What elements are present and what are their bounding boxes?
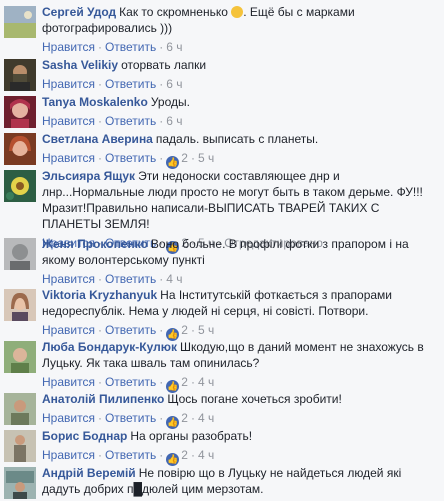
comment-text: падаль. выписать с планеты. xyxy=(155,132,319,146)
comment-actions: Нравится · Ответить · 👍 2 · 5 ч xyxy=(42,151,215,169)
comment-time[interactable]: 4 ч xyxy=(198,375,214,389)
comment-actions: Нравится · Ответить · 6 ч xyxy=(42,77,183,91)
reaction-count[interactable]: 2 xyxy=(181,323,188,337)
avatar[interactable] xyxy=(4,289,36,321)
avatar[interactable] xyxy=(4,430,36,462)
reply-link[interactable]: Ответить xyxy=(105,40,156,54)
comment-author[interactable]: Tanya Moskalenko xyxy=(42,95,148,109)
comment-author[interactable]: Viktoria Kryzhanyuk xyxy=(42,288,157,302)
comment-time[interactable]: 6 ч xyxy=(166,77,182,91)
comment-text: оторвать лапки xyxy=(121,58,207,72)
reply-link[interactable]: Ответить xyxy=(105,448,156,462)
like-link[interactable]: Нравится xyxy=(42,272,95,286)
comment-time[interactable]: 4 ч xyxy=(198,448,214,462)
avatar[interactable] xyxy=(4,133,36,165)
reply-link[interactable]: Ответить xyxy=(105,151,156,165)
avatar[interactable] xyxy=(4,6,36,38)
comment-author[interactable]: Эльсияра Ящук xyxy=(42,169,135,183)
reply-link[interactable]: Ответить xyxy=(105,272,156,286)
comment-actions: Нравится · Ответить · 6 ч xyxy=(42,114,183,128)
avatar[interactable] xyxy=(4,170,36,202)
reply-link[interactable]: Ответить xyxy=(105,323,156,337)
like-link[interactable]: Нравится xyxy=(42,323,95,337)
comment-time[interactable]: 5 ч xyxy=(198,151,214,165)
comment-actions: Нравится · Ответить · 4 ч xyxy=(42,272,183,286)
comment-time[interactable]: 5 ч xyxy=(198,323,214,337)
avatar[interactable] xyxy=(4,59,36,91)
comment-actions: Нравится · Ответить · 6 ч xyxy=(42,40,183,54)
avatar[interactable] xyxy=(4,238,36,270)
comment-time[interactable]: 4 ч xyxy=(166,272,182,286)
reply-link[interactable]: Ответить xyxy=(105,77,156,91)
comment-text: Как то скромненько xyxy=(119,5,228,19)
comment-author[interactable]: Женя Прокопенко xyxy=(42,237,148,251)
reply-link[interactable]: Ответить xyxy=(105,411,156,425)
avatar[interactable] xyxy=(4,467,36,499)
comment-author[interactable]: Светлана Аверина xyxy=(42,132,153,146)
like-link[interactable]: Нравится xyxy=(42,411,95,425)
reaction-count[interactable]: 2 xyxy=(181,151,188,165)
smile-emoji-icon xyxy=(231,6,244,18)
avatar[interactable] xyxy=(4,96,36,128)
like-link[interactable]: Нравится xyxy=(42,77,95,91)
comment-author[interactable]: Сергей Удод xyxy=(42,5,116,19)
like-link[interactable]: Нравится xyxy=(42,151,95,165)
reaction-count[interactable]: 2 xyxy=(181,411,188,425)
comment-author[interactable]: Анатолій Пилипенко xyxy=(42,392,164,406)
comment-text: На органы разобрать! xyxy=(130,429,253,443)
comment-text: Щось погане хочеться зробити! xyxy=(167,392,342,406)
comment-author[interactable]: Борис Боднар xyxy=(42,429,127,443)
like-link[interactable]: Нравится xyxy=(42,40,95,54)
reaction-count[interactable]: 2 xyxy=(181,375,188,389)
like-link[interactable]: Нравится xyxy=(42,114,95,128)
comment-time[interactable]: 4 ч xyxy=(198,411,214,425)
comment-author[interactable]: Люба Бондарук-Кулюк xyxy=(42,340,177,354)
comment-feed: Сергей Удод Как то скромненько . Ещё бы с… xyxy=(0,0,444,501)
reply-link[interactable]: Ответить xyxy=(105,375,156,389)
like-link[interactable]: Нравится xyxy=(42,448,95,462)
comment-author[interactable]: Sasha Velikiy xyxy=(42,58,118,72)
comment-actions: Нравится · Ответить · 👍 2 · 4 ч xyxy=(42,448,215,466)
comment-text: Уроды. xyxy=(150,95,190,109)
like-link[interactable]: Нравится xyxy=(42,375,95,389)
reaction-count[interactable]: 2 xyxy=(181,448,188,462)
reply-link[interactable]: Ответить xyxy=(105,114,156,128)
comment-time[interactable]: 6 ч xyxy=(166,114,182,128)
avatar[interactable] xyxy=(4,393,36,425)
comment-author[interactable]: Андрій Веремій xyxy=(42,466,136,480)
comment-actions: Нравится · Ответить · 👍 2 · 4 ч xyxy=(42,411,215,429)
comment-time[interactable]: 6 ч xyxy=(166,40,182,54)
avatar[interactable] xyxy=(4,341,36,373)
